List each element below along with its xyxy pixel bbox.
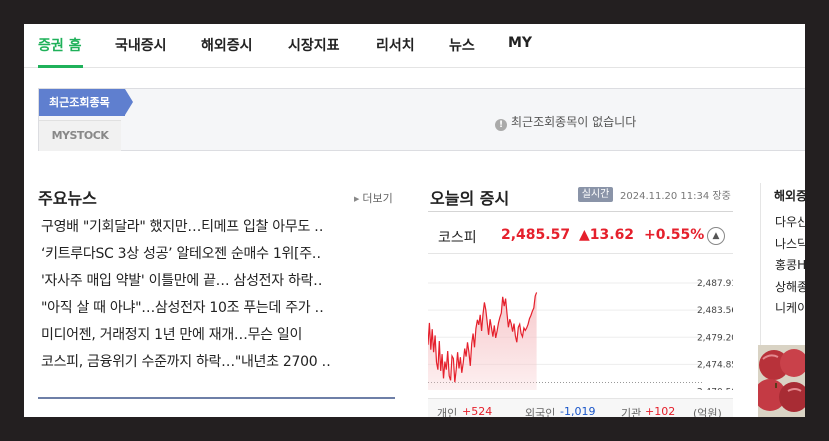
index-name[interactable]: 코스피 [438, 227, 477, 247]
overseas-section-title: 해외증 [774, 189, 805, 203]
tab-research[interactable]: 리서치 [376, 35, 415, 55]
y-tick-label: 2,483.56 [697, 306, 733, 316]
institution-value: +102 [645, 405, 676, 417]
top-nav: 증권 홈 국내증시 해외증시 시장지표 리서치 뉴스 MY [24, 24, 805, 68]
index-change-percent: +0.55% [644, 227, 705, 243]
news-more-label: 더보기 [362, 192, 393, 205]
triangle-right-icon: ▶ [354, 195, 360, 203]
apple-thumbnail[interactable] [758, 345, 805, 417]
news-bottom-divider [38, 397, 395, 399]
news-item[interactable]: 코스피, 금융위기 수준까지 하락…"내년초 2700 ‥ [41, 351, 391, 378]
news-item[interactable]: '자사주 매입 약발' 이틀만에 끝… 삼성전자 하락‥ [41, 270, 391, 297]
y-tick-label: 2,474.85 [697, 360, 733, 370]
individual-label: 개인 [437, 407, 458, 417]
individual-value: +524 [462, 405, 493, 417]
chevron-up-icon[interactable]: ▲ [707, 227, 725, 245]
overseas-index-item[interactable]: 홍콩H [775, 256, 805, 278]
tab-my[interactable]: MY [508, 35, 532, 51]
institution-label: 기관 [621, 407, 642, 417]
investor-flow-footer: 개인 +524 외국인 -1,019 기관 +102 (억원) [428, 398, 733, 417]
divider [428, 211, 733, 212]
recent-empty-text: 최근조회종목이 없습니다 [511, 115, 637, 129]
index-chart: 2,487.91 2,483.56 2,479.20 2,474.85 2,470.50… [428, 279, 733, 391]
overseas-index-list: 다우산 나스닥 홍콩H 상해종 니케이 [775, 213, 805, 321]
news-item[interactable]: ‘키트루다SC 3상 성공’ 알테오젠 순매수 1위[주‥ [41, 243, 391, 270]
recent-stocks-tab[interactable]: 최근조회종목 [39, 89, 133, 116]
recent-stocks-bar: 최근조회종목 MYSTOCK ! 최근조회종목이 없습니다 [38, 88, 805, 151]
news-item[interactable]: 구영배 "기회달라" 했지만…티메프 입찰 아무도 ‥ [41, 216, 391, 243]
index-value: 2,485.57 [501, 227, 571, 243]
foreign-label: 외국인 [525, 407, 556, 417]
overseas-index-item[interactable]: 니케이 [775, 299, 805, 321]
foreign-value: -1,019 [560, 405, 596, 417]
news-list: 구영배 "기회달라" 했지만…티메프 입찰 아무도 ‥ ‘키트루다SC 3상 성… [41, 216, 391, 378]
market-section-title: 오늘의 증시 [430, 189, 510, 208]
y-tick-label: 2,479.20 [697, 333, 733, 343]
news-section-title: 주요뉴스 [38, 189, 97, 208]
news-item[interactable]: "아직 살 때 아냐"…삼성전자 10조 푸는데 주가 ‥ [41, 297, 391, 324]
y-tick-label: 2,487.91 [697, 279, 733, 289]
y-tick-label: 2,470.50 [697, 388, 733, 391]
index-change: ▲13.62 [579, 227, 635, 243]
unit-label: (억원) [693, 407, 722, 417]
overseas-index-item[interactable]: 나스닥 [775, 235, 805, 257]
market-timestamp: 2024.11.20 11:34 장중 [620, 191, 731, 202]
tab-overseas-market[interactable]: 해외증시 [201, 35, 253, 55]
active-tab-indicator [38, 65, 83, 68]
tab-domestic-market[interactable]: 국내증시 [115, 35, 167, 55]
news-more-link[interactable]: ▶ 더보기 [354, 190, 393, 206]
recent-empty-message: ! 최근조회종목이 없습니다 [495, 113, 636, 131]
tab-stock-home[interactable]: 증권 홈 [38, 35, 82, 55]
tab-news[interactable]: 뉴스 [449, 35, 475, 55]
overseas-index-item[interactable]: 다우산 [775, 213, 805, 235]
realtime-badge: 실시간 [578, 187, 613, 202]
stock-home-page: 증권 홈 국내증시 해외증시 시장지표 리서치 뉴스 MY 최근조회종목 MYS… [24, 24, 805, 417]
overseas-index-item[interactable]: 상해종 [775, 278, 805, 300]
mystock-tab[interactable]: MYSTOCK [39, 120, 121, 151]
tab-market-indicators[interactable]: 시장지표 [288, 35, 340, 55]
info-icon: ! [495, 119, 507, 131]
news-item[interactable]: 미디어젠, 거래정지 1년 만에 재개…무슨 일이 [41, 324, 391, 351]
